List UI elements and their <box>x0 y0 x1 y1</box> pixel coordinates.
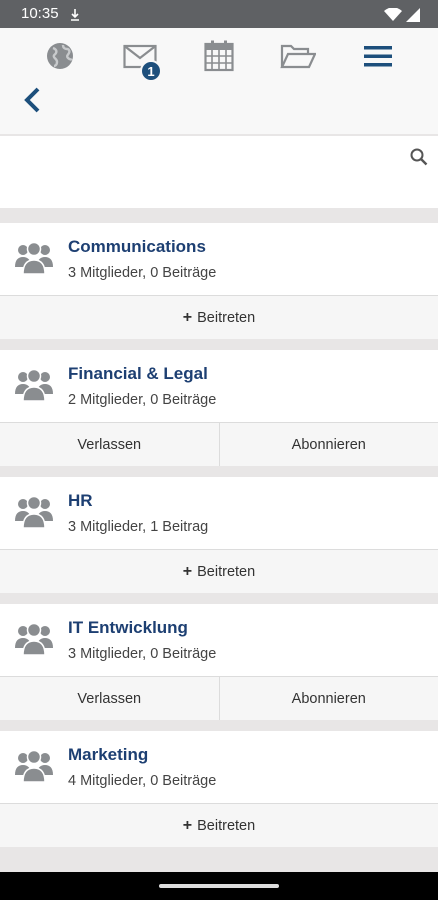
group-meta: 2 Mitglieder, 0 Beiträge <box>68 392 217 408</box>
folder-open-icon <box>280 44 316 69</box>
search-icon[interactable] <box>410 148 428 166</box>
group-card: Marketing 4 Mitglieder, 0 Beiträge + Beit… <box>0 731 438 847</box>
group-header[interactable]: IT Entwicklung 3 Mitglieder, 0 Beiträge <box>0 604 438 676</box>
top-nav: 1 <box>0 28 438 134</box>
subscribe-button[interactable]: Abonnieren <box>218 423 438 466</box>
group-card: Communications 3 Mitglieder, 0 Beiträge … <box>0 223 438 339</box>
search-bar <box>0 136 438 208</box>
calendar-button[interactable] <box>199 36 239 76</box>
group-card: IT Entwicklung 3 Mitglieder, 0 Beiträge … <box>0 604 438 720</box>
group-header[interactable]: HR 3 Mitglieder, 1 Beitrag <box>0 477 438 549</box>
join-button[interactable]: + Beitreten <box>0 550 438 593</box>
subscribe-button[interactable]: Abonnieren <box>218 677 438 720</box>
group-icon <box>15 495 53 529</box>
plus-icon: + <box>182 816 193 834</box>
group-header[interactable]: Financial & Legal 2 Mitglieder, 0 Beiträ… <box>0 350 438 422</box>
group-actions: Verlassen Abonnieren <box>0 422 438 466</box>
back-button[interactable] <box>22 86 50 118</box>
group-name[interactable]: IT Entwicklung <box>68 618 188 638</box>
leave-button[interactable]: Verlassen <box>0 423 219 466</box>
search-input[interactable] <box>10 146 400 176</box>
group-name[interactable]: Marketing <box>68 745 148 765</box>
join-label: Beitreten <box>197 309 256 326</box>
plus-icon: + <box>182 308 193 326</box>
signal-icon <box>406 6 420 23</box>
plus-icon: + <box>182 562 193 580</box>
status-time: 10:35 <box>21 5 59 22</box>
chevron-left-icon <box>24 87 40 113</box>
group-icon <box>15 241 53 275</box>
group-meta: 3 Mitglieder, 0 Beiträge <box>68 646 217 662</box>
gesture-bar <box>0 872 438 900</box>
calendar-icon <box>204 40 234 72</box>
status-bar: 10:35 <box>0 0 438 28</box>
group-icon <box>15 749 53 783</box>
join-label: Beitreten <box>197 563 256 580</box>
group-meta: 3 Mitglieder, 0 Beiträge <box>68 265 217 281</box>
group-header[interactable]: Communications 3 Mitglieder, 0 Beiträge <box>0 223 438 295</box>
globe-button[interactable] <box>40 36 80 76</box>
group-name[interactable]: Communications <box>68 237 206 257</box>
group-icon <box>15 622 53 656</box>
join-button[interactable]: + Beitreten <box>0 804 438 847</box>
hamburger-icon <box>364 46 392 67</box>
folder-button[interactable] <box>278 36 318 76</box>
group-name[interactable]: Financial & Legal <box>68 364 208 384</box>
group-card: HR 3 Mitglieder, 1 Beitrag + Beitreten <box>0 477 438 593</box>
home-handle[interactable] <box>159 884 279 888</box>
group-name[interactable]: HR <box>68 491 93 511</box>
mail-badge: 1 <box>140 60 162 82</box>
group-actions: + Beitreten <box>0 803 438 847</box>
globe-icon <box>47 43 73 69</box>
group-header[interactable]: Marketing 4 Mitglieder, 0 Beiträge <box>0 731 438 803</box>
status-icons <box>383 6 420 23</box>
group-meta: 3 Mitglieder, 1 Beitrag <box>68 519 209 535</box>
join-label: Beitreten <box>197 817 256 834</box>
menu-button[interactable] <box>358 36 398 76</box>
download-icon <box>70 6 80 23</box>
leave-button[interactable]: Verlassen <box>0 677 219 720</box>
group-meta: 4 Mitglieder, 0 Beiträge <box>68 773 217 789</box>
wifi-icon <box>383 6 402 23</box>
group-actions: + Beitreten <box>0 549 438 593</box>
group-actions: Verlassen Abonnieren <box>0 676 438 720</box>
join-button[interactable]: + Beitreten <box>0 296 438 339</box>
group-card: Financial & Legal 2 Mitglieder, 0 Beiträ… <box>0 350 438 466</box>
group-actions: + Beitreten <box>0 295 438 339</box>
group-icon <box>15 368 53 402</box>
